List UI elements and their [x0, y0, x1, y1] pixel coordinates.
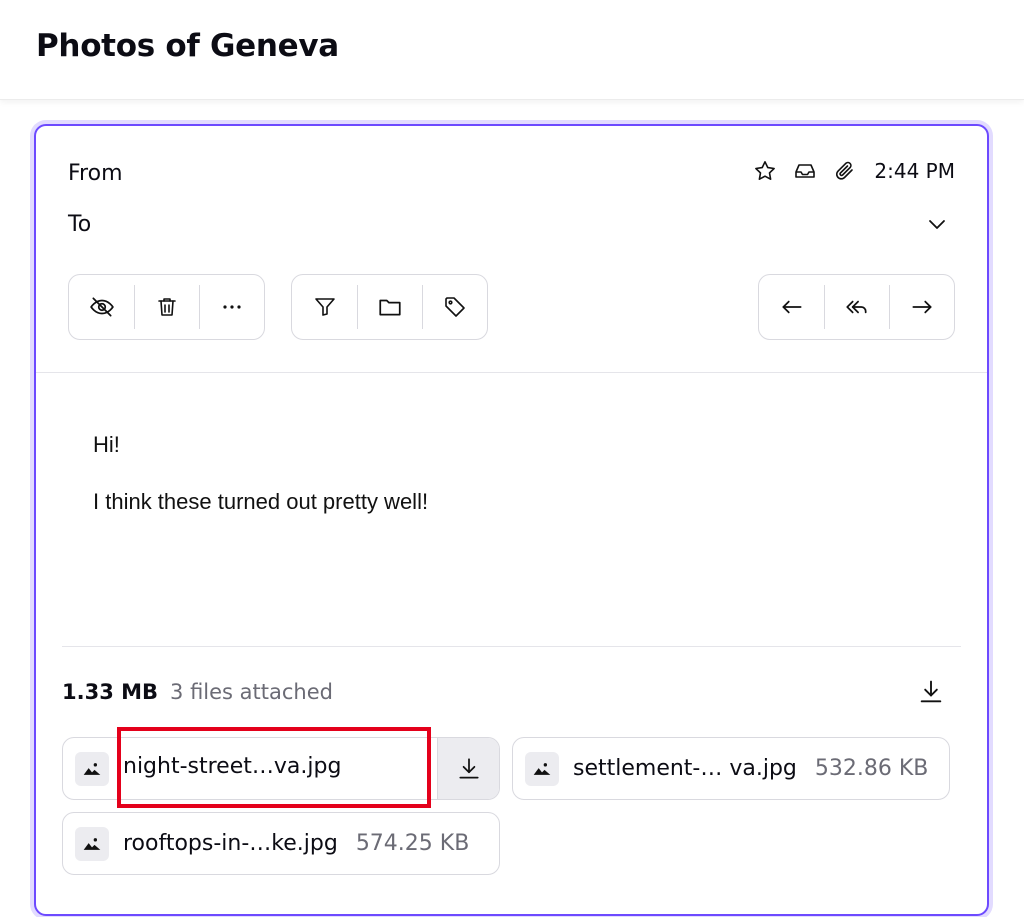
move-to-folder-button[interactable] — [357, 275, 422, 339]
attachments-divider — [62, 646, 961, 647]
attachments-summary: 1.33 MB 3 files attached — [62, 680, 333, 704]
attachment-item[interactable]: settlement-… va.jpg 532.86 KB — [512, 737, 950, 800]
attachments-count: 3 files attached — [170, 680, 333, 704]
forward-icon — [909, 294, 935, 320]
download-icon[interactable] — [437, 738, 499, 799]
attachment-size: 574.25 KB — [355, 831, 470, 856]
attachment-name: rooftops-in-…ke.jpg — [123, 831, 338, 856]
header-divider — [36, 372, 987, 373]
chevron-down-icon[interactable] — [925, 212, 949, 236]
attachments-total-size: 1.33 MB — [62, 680, 159, 704]
reply-all-button[interactable] — [824, 275, 889, 339]
filter-icon — [313, 295, 337, 319]
image-icon — [525, 751, 559, 786]
more-button[interactable] — [199, 275, 264, 339]
paperclip-icon — [832, 158, 858, 184]
attachment-name: night-street…va.jpg — [123, 754, 342, 779]
reply-all-icon — [844, 294, 870, 320]
download-all-icon[interactable] — [917, 678, 945, 706]
image-icon — [75, 826, 109, 861]
from-label[interactable]: From — [68, 161, 123, 186]
attachment-size: 532.86 KB — [814, 756, 929, 781]
reply-button[interactable] — [759, 275, 824, 339]
to-label[interactable]: To — [68, 212, 91, 237]
reply-icon — [779, 294, 805, 320]
mark-unread-button[interactable] — [69, 275, 134, 339]
inbox-icon[interactable] — [792, 158, 818, 184]
email-subject: Photos of Geneva — [36, 28, 339, 64]
more-icon — [220, 295, 244, 319]
attachment-name: settlement-… va.jpg — [573, 756, 797, 781]
tag-icon — [443, 295, 467, 319]
delete-button[interactable] — [134, 275, 199, 339]
message-container: From To 2:44 PM Hi! I think these turned… — [34, 124, 989, 916]
image-icon — [75, 751, 109, 786]
body-greeting: Hi! — [93, 432, 120, 457]
body-line: I think these turned out pretty well! — [93, 489, 429, 514]
message-meta: 2:44 PM — [752, 158, 955, 184]
toolbar-group-actions — [68, 274, 265, 340]
toolbar-group-organize — [291, 274, 488, 340]
subject-bar: Photos of Geneva — [0, 0, 1024, 100]
folder-icon — [377, 294, 403, 320]
filter-button[interactable] — [292, 275, 357, 339]
toolbar-group-reply — [758, 274, 955, 340]
attachment-item[interactable]: rooftops-in-…ke.jpg 574.25 KB — [62, 812, 500, 875]
message-time: 2:44 PM — [874, 159, 955, 183]
trash-icon — [155, 295, 179, 319]
attachment-item[interactable]: night-street…va.jpg — [62, 737, 500, 800]
eye-off-icon — [89, 294, 115, 320]
star-icon[interactable] — [752, 158, 778, 184]
forward-button[interactable] — [889, 275, 954, 339]
label-button[interactable] — [422, 275, 487, 339]
